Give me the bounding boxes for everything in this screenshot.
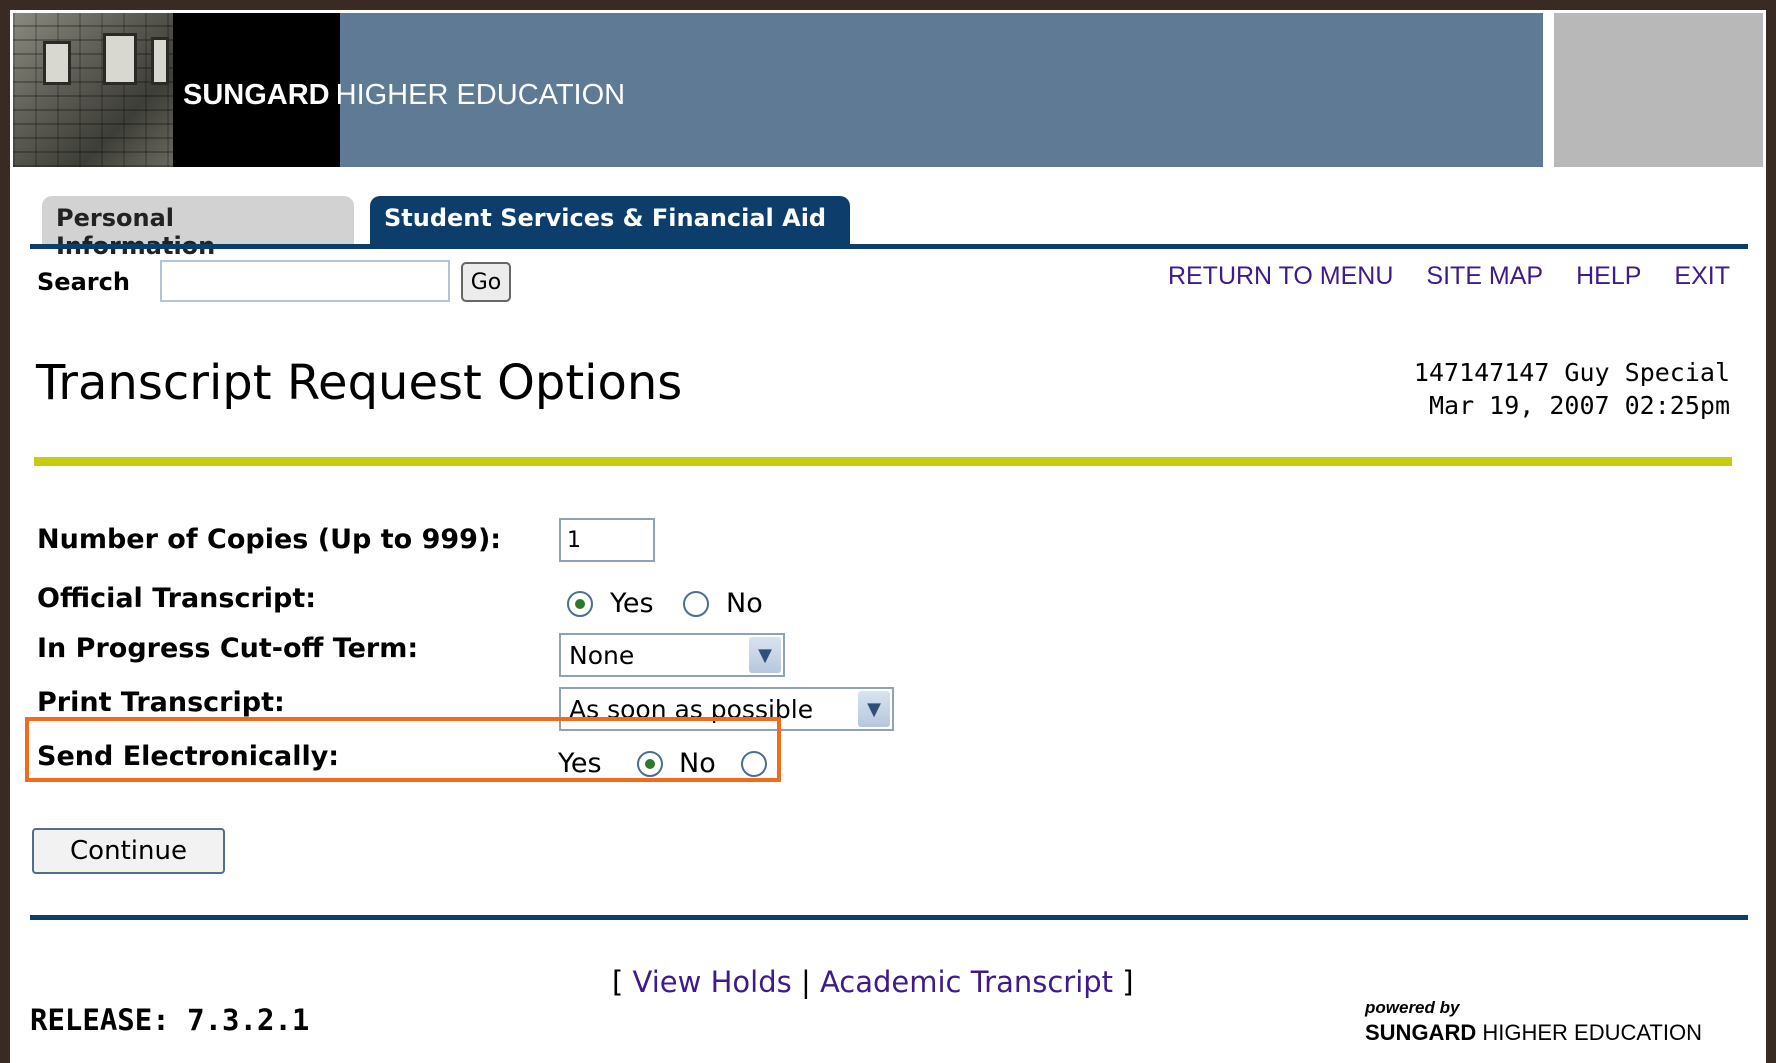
view-holds-link[interactable]: View Holds: [633, 965, 792, 999]
official-yes-label: Yes: [610, 588, 654, 619]
send-electronically-label: Send Electronically:: [37, 741, 340, 772]
sungard-logo: SUNGARD HIGHER EDUCATION: [183, 79, 625, 112]
header-side-block: [1554, 13, 1763, 167]
bracket-open: [: [612, 965, 624, 999]
chevron-down-icon[interactable]: ▼: [858, 691, 890, 727]
footer-links: [ View Holds | Academic Transcript ]: [612, 965, 1134, 999]
link-separator: |: [800, 965, 811, 999]
continue-button[interactable]: Continue: [32, 828, 225, 874]
powered-by-text: powered by: [1365, 998, 1460, 1017]
user-info: 147147147 Guy Special Mar 19, 2007 02:25…: [1414, 356, 1730, 422]
cutoff-term-select[interactable]: None ▼: [559, 633, 785, 677]
search-input[interactable]: [160, 260, 450, 302]
help-link[interactable]: HELP: [1576, 262, 1641, 290]
release-version: RELEASE: 7.3.2.1: [30, 1003, 310, 1037]
electronic-no-radio[interactable]: [741, 751, 767, 777]
page: SUNGARD HIGHER EDUCATION Personal Informa…: [10, 10, 1766, 1063]
copies-label: Number of Copies (Up to 999):: [37, 524, 502, 555]
logo-sub: HIGHER EDUCATION: [335, 79, 626, 111]
search-label: Search: [37, 268, 130, 296]
current-datetime: Mar 19, 2007 02:25pm: [1428, 391, 1730, 420]
official-no-label: No: [726, 588, 763, 619]
official-no-radio[interactable]: [683, 591, 709, 617]
chevron-down-icon[interactable]: ▼: [749, 637, 781, 673]
cutoff-term-label: In Progress Cut-off Term:: [37, 633, 419, 664]
print-transcript-label: Print Transcript:: [37, 687, 285, 718]
bracket-close: ]: [1122, 965, 1134, 999]
site-map-link[interactable]: SITE MAP: [1426, 262, 1543, 290]
go-button[interactable]: Go: [461, 262, 511, 302]
main-tabs: Personal Information Student Services & …: [30, 192, 1750, 260]
official-yes-radio[interactable]: [567, 591, 593, 617]
powered-brand: SUNGARD HIGHER EDUCATION: [1365, 1020, 1702, 1046]
electronic-yes-radio[interactable]: [637, 751, 663, 777]
header-banner: SUNGARD HIGHER EDUCATION: [13, 13, 1763, 175]
tab-underline: [30, 244, 1748, 249]
return-to-menu-link[interactable]: RETURN TO MENU: [1168, 262, 1393, 290]
logo-brand: SUNGARD: [183, 79, 330, 111]
tab-student-services[interactable]: Student Services & Financial Aid: [370, 196, 850, 244]
copies-input[interactable]: [559, 518, 655, 562]
electronic-yes-label: Yes: [558, 748, 602, 779]
academic-transcript-link[interactable]: Academic Transcript: [820, 965, 1113, 999]
top-navigation-links: RETURN TO MENU SITE MAP HELP EXIT: [1135, 262, 1730, 291]
electronic-no-label: No: [679, 748, 716, 779]
tab-personal-information[interactable]: Personal Information: [42, 196, 354, 260]
page-title: Transcript Request Options: [36, 355, 683, 411]
powered-brand-name: SUNGARD: [1365, 1020, 1477, 1045]
campus-building-photo: [13, 13, 173, 167]
exit-link[interactable]: EXIT: [1674, 262, 1730, 290]
user-id-name: 147147147 Guy Special: [1413, 358, 1730, 387]
cutoff-term-value: None: [569, 641, 635, 670]
footer-divider: [30, 915, 1748, 920]
title-divider: [34, 457, 1732, 466]
powered-brand-sub: HIGHER EDUCATION: [1482, 1020, 1702, 1045]
official-transcript-label: Official Transcript:: [37, 583, 317, 614]
powered-by-logo: powered by SUNGARD HIGHER EDUCATION: [1365, 998, 1702, 1046]
